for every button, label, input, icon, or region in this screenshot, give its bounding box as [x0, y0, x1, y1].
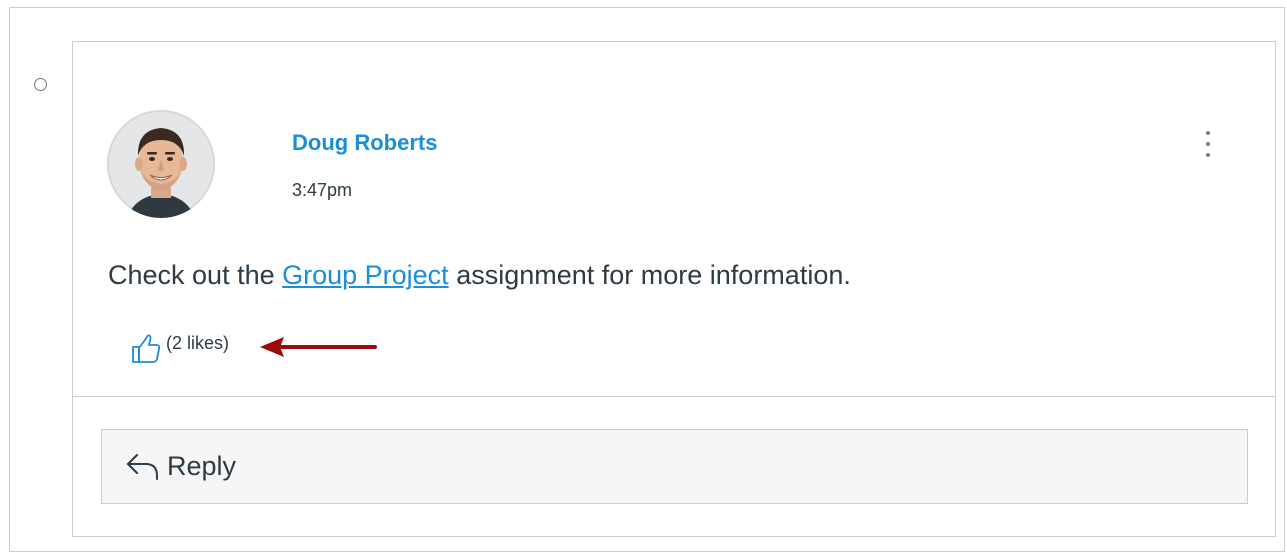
- entry-message: Check out the Group Project assignment f…: [108, 260, 851, 291]
- reply-arrow-icon: [127, 454, 158, 480]
- thumbs-up-icon[interactable]: [130, 332, 162, 364]
- options-menu-icon[interactable]: [1196, 126, 1220, 162]
- entry-divider: [73, 396, 1275, 397]
- reply-label: Reply: [167, 451, 237, 481]
- avatar[interactable]: [107, 110, 215, 218]
- unread-indicator-icon[interactable]: [34, 78, 47, 91]
- reply-button[interactable]: Reply: [101, 429, 1248, 504]
- red-arrow-icon: [260, 337, 377, 357]
- author-name-link[interactable]: Doug Roberts: [292, 130, 437, 156]
- user-photo: [109, 112, 213, 218]
- like-count: (2 likes): [166, 332, 230, 353]
- group-project-link[interactable]: Group Project: [282, 260, 449, 290]
- message-text-before: Check out the: [108, 260, 283, 290]
- message-text-after: assignment for more information.: [448, 260, 851, 290]
- like-control: (2 likes): [130, 331, 229, 365]
- post-timestamp: 3:47pm: [292, 180, 353, 200]
